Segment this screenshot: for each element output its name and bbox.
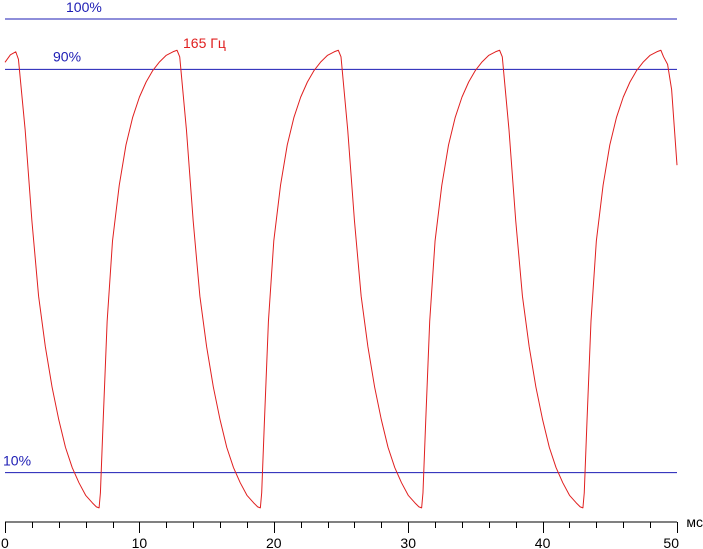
x-tick-label: 20: [266, 535, 282, 549]
reference-label-10: 10%: [3, 453, 31, 469]
x-axis: 0 10 20 30 40 50 мс: [1, 514, 703, 549]
response-time-chart: 100% 90% 10% 165 Гц 0 10 20 30 40 50 мс: [1, 0, 703, 549]
reference-label-100: 100%: [66, 0, 102, 15]
x-tick-label: 10: [132, 535, 148, 549]
x-tick-label: 50: [663, 535, 679, 549]
chart-container: 100% 90% 10% 165 Гц 0 10 20 30 40 50 мс: [0, 0, 703, 549]
series-group: 165 Гц: [4, 35, 678, 509]
x-tick-label: 40: [535, 535, 551, 549]
series-label-0: 165 Гц: [183, 35, 226, 51]
series-line-0: [4, 49, 678, 509]
x-axis-unit-label: мс: [686, 514, 703, 530]
x-tick-label: 30: [400, 535, 416, 549]
x-tick-label: 0: [1, 535, 9, 549]
reference-label-90: 90%: [53, 48, 81, 64]
